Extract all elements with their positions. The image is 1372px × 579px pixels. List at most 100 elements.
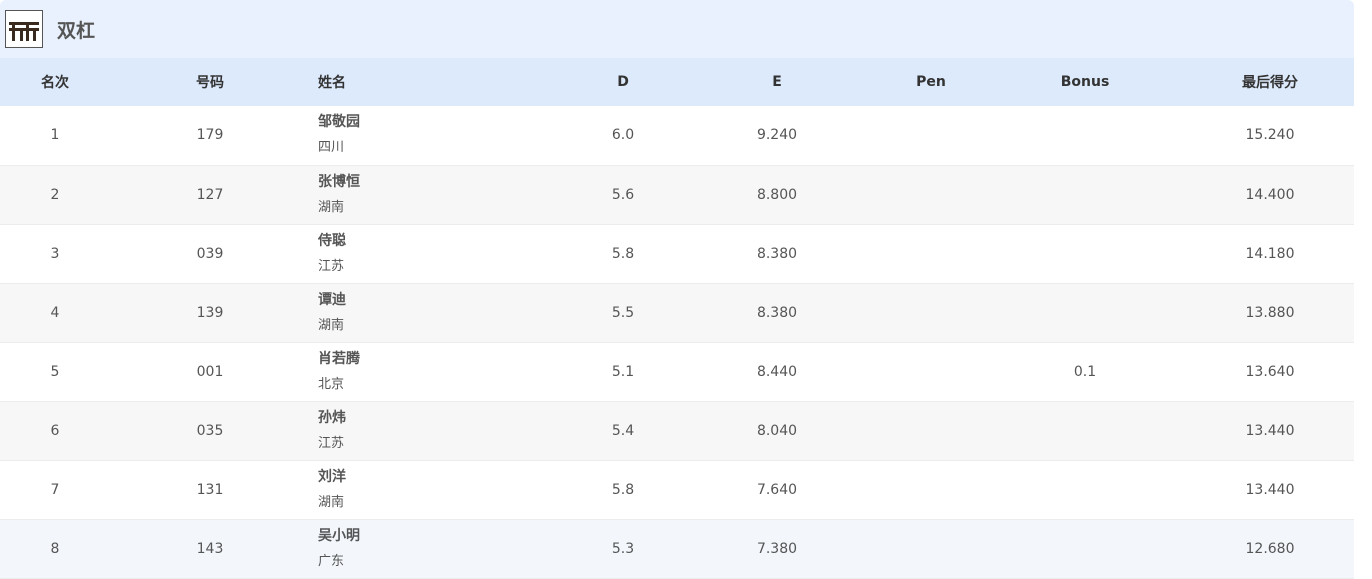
- cell-d: 5.1: [611, 363, 635, 380]
- cell-number: 035: [196, 422, 224, 439]
- cell-number: 039: [196, 245, 224, 262]
- athlete-team: 北京: [318, 376, 345, 392]
- cell-pen: [878, 519, 984, 578]
- athlete-name: 侍聪: [318, 232, 346, 249]
- cell-bonus: 0.1: [1073, 363, 1097, 380]
- header-number: 号码: [196, 75, 224, 91]
- header-final: 最后得分: [1242, 75, 1298, 91]
- athlete-team: 湖南: [318, 199, 345, 215]
- cell-rank: 1: [50, 127, 60, 144]
- header-rank: 名次: [41, 75, 69, 91]
- cell-final: 15.240: [1245, 127, 1295, 144]
- table-row: 3 039 侍聪江苏 5.8 8.380 14.180: [0, 224, 1354, 283]
- cell-rank: 6: [50, 422, 60, 439]
- athlete-name: 肖若腾: [318, 350, 360, 367]
- cell-d: 5.8: [611, 245, 635, 262]
- cell-bonus: [984, 165, 1186, 224]
- athlete-team: 江苏: [318, 435, 345, 451]
- cell-number: 127: [196, 186, 224, 203]
- cell-rank: 3: [50, 245, 60, 262]
- athlete-team: 湖南: [318, 317, 345, 333]
- cell-bonus: [984, 519, 1186, 578]
- cell-d: 5.3: [611, 540, 635, 557]
- cell-e: 7.380: [756, 540, 798, 557]
- cell-bonus: [984, 283, 1186, 342]
- cell-bonus: [984, 106, 1186, 165]
- athlete-name: 邹敬园: [318, 114, 360, 131]
- cell-athlete: 谭迪 湖南: [310, 283, 570, 342]
- table-row: 5 001 肖若腾北京 5.1 8.440 0.1 13.640: [0, 342, 1354, 401]
- cell-pen: [878, 165, 984, 224]
- athlete-team: 广东: [318, 553, 345, 569]
- cell-athlete: 侍聪 江苏: [310, 224, 570, 283]
- results-panel: 双杠 名次 号码 姓名 D E Pen Bonus 最后得分 1 179 邹敬园 四川…: [0, 0, 1354, 578]
- cell-e: 8.440: [756, 363, 798, 380]
- cell-pen: [878, 283, 984, 342]
- cell-final: 13.440: [1245, 481, 1295, 498]
- cell-d: 6.0: [611, 127, 635, 144]
- table-header-row: 名次 号码 姓名 D E Pen Bonus 最后得分: [0, 58, 1354, 106]
- cell-number: 143: [196, 540, 224, 557]
- header-pen: Pen: [916, 74, 946, 90]
- table-row: 1 179 邹敬园 四川 6.0 9.240 15.240: [0, 106, 1354, 165]
- event-title-bar: 双杠: [0, 0, 1354, 58]
- cell-e: 8.800: [756, 186, 798, 203]
- cell-athlete: 肖若腾 北京: [310, 342, 570, 401]
- results-table: 名次 号码 姓名 D E Pen Bonus 最后得分 1 179 邹敬园 四川 6.0…: [0, 58, 1354, 579]
- cell-athlete: 刘洋 湖南: [310, 460, 570, 519]
- cell-d: 5.5: [611, 304, 635, 321]
- athlete-name: 刘洋: [318, 468, 346, 485]
- cell-final: 14.400: [1245, 186, 1295, 203]
- cell-d: 5.4: [611, 422, 635, 439]
- header-bonus: Bonus: [1060, 74, 1110, 90]
- cell-pen: [878, 342, 984, 401]
- table-row: 4 139 谭迪湖南 5.5 8.380 13.880: [0, 283, 1354, 342]
- table-row: 7 131 刘洋湖南 5.8 7.640 13.440: [0, 460, 1354, 519]
- cell-rank: 7: [50, 481, 60, 498]
- event-title: 双杠: [57, 19, 96, 42]
- header-d: D: [617, 74, 629, 90]
- cell-d: 5.8: [611, 481, 635, 498]
- cell-pen: [878, 106, 984, 165]
- cell-final: 14.180: [1245, 245, 1295, 262]
- table-row: 6 035 孙炜江苏 5.4 8.040 13.440: [0, 401, 1354, 460]
- cell-final: 13.880: [1245, 304, 1295, 321]
- header-name: 姓名: [318, 75, 346, 91]
- athlete-name: 谭迪: [318, 291, 346, 308]
- parallel-bars-icon: [5, 10, 43, 48]
- cell-number: 001: [196, 363, 224, 380]
- cell-e: 8.040: [756, 422, 798, 439]
- table-row: 2 127 张博恒湖南 5.6 8.800 14.400: [0, 165, 1354, 224]
- cell-athlete: 孙炜 江苏: [310, 401, 570, 460]
- cell-bonus: [984, 401, 1186, 460]
- table-row: 8 143 吴小明 广东 5.3 7.380 12.680: [0, 519, 1354, 578]
- cell-rank: 2: [50, 186, 60, 203]
- cell-e: 9.240: [756, 127, 798, 144]
- cell-bonus: [984, 460, 1186, 519]
- results-body: 1 179 邹敬园 四川 6.0 9.240 15.240 2 127 张博恒 湖南 5.6 8.800…: [0, 106, 1354, 578]
- cell-number: 179: [196, 127, 224, 144]
- cell-final: 12.680: [1245, 540, 1295, 557]
- cell-rank: 5: [50, 363, 60, 380]
- cell-rank: 4: [50, 304, 60, 321]
- athlete-name: 张博恒: [318, 173, 360, 190]
- athlete-name: 吴小明: [318, 527, 360, 544]
- athlete-team: 江苏: [318, 258, 345, 274]
- cell-e: 8.380: [756, 304, 798, 321]
- cell-pen: [878, 224, 984, 283]
- cell-final: 13.640: [1245, 363, 1295, 380]
- cell-pen: [878, 401, 984, 460]
- cell-athlete: 张博恒 湖南: [310, 165, 570, 224]
- cell-e: 7.640: [756, 481, 798, 498]
- cell-number: 139: [196, 304, 224, 321]
- athlete-team: 湖南: [318, 494, 345, 510]
- cell-e: 8.380: [756, 245, 798, 262]
- cell-bonus: [984, 224, 1186, 283]
- cell-number: 131: [196, 481, 224, 498]
- cell-d: 5.6: [611, 186, 635, 203]
- header-e: E: [772, 74, 782, 90]
- cell-pen: [878, 460, 984, 519]
- athlete-name: 孙炜: [318, 409, 346, 426]
- cell-final: 13.440: [1245, 422, 1295, 439]
- cell-athlete: 吴小明 广东: [310, 519, 570, 578]
